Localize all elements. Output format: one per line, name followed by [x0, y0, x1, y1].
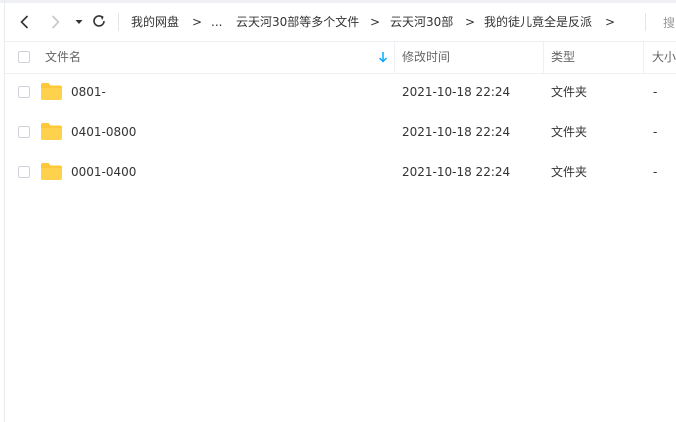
file-modified: 2021-10-18 22:24 — [402, 85, 511, 99]
file-type: 文件夹 — [551, 165, 588, 179]
folder-icon — [41, 123, 62, 140]
refresh-icon[interactable] — [91, 13, 107, 29]
search-input[interactable]: 搜 — [663, 14, 675, 31]
row-checkbox[interactable] — [18, 126, 30, 138]
select-all-checkbox[interactable] — [18, 51, 30, 63]
file-list-header: 文件名 修改时间 类型 大小 — [5, 41, 676, 74]
file-size: - — [653, 165, 658, 179]
breadcrumb-separator: > — [605, 15, 616, 29]
breadcrumb-item-ellipsis[interactable]: ... — [211, 14, 222, 30]
file-size: - — [653, 85, 658, 99]
file-type: 文件夹 — [551, 85, 588, 99]
column-divider — [394, 42, 395, 73]
file-type: 文件夹 — [551, 125, 588, 139]
column-divider — [643, 42, 644, 73]
folder-icon — [41, 163, 62, 180]
arrow-down-icon[interactable] — [377, 51, 389, 63]
breadcrumb-item-collection[interactable]: 云天河30部等多个文件 — [236, 14, 359, 30]
folder-icon — [41, 83, 62, 100]
breadcrumb-separator: > — [465, 15, 476, 29]
file-modified: 2021-10-18 22:24 — [402, 165, 511, 179]
file-modified: 2021-10-18 22:24 — [402, 125, 511, 139]
back-arrow-icon[interactable] — [17, 14, 33, 30]
row-checkbox[interactable] — [18, 166, 30, 178]
table-row[interactable]: 0801- 2021-10-18 22:24 文件夹 - — [5, 72, 676, 112]
navigation-toolbar: 我的网盘 > ... 云天河30部等多个文件 > 云天河30部 > 我的徒儿竟全… — [5, 3, 676, 41]
breadcrumb-item-folder[interactable]: 云天河30部 — [390, 14, 453, 30]
column-header-modified[interactable]: 修改时间 — [402, 42, 450, 73]
column-header-size[interactable]: 大小 — [652, 42, 676, 73]
breadcrumb-item-root[interactable]: 我的网盘 — [131, 14, 179, 30]
table-row[interactable]: 0001-0400 2021-10-18 22:24 文件夹 - — [5, 152, 676, 192]
breadcrumb-item-current[interactable]: 我的徒儿竟全是反派 — [484, 14, 592, 30]
file-name[interactable]: 0801- — [71, 72, 106, 112]
column-divider — [543, 42, 544, 73]
toolbar-divider — [118, 13, 119, 31]
file-name[interactable]: 0401-0800 — [71, 112, 136, 152]
breadcrumb-separator: > — [192, 15, 203, 29]
history-dropdown-icon[interactable] — [75, 16, 83, 28]
column-header-name[interactable]: 文件名 — [45, 42, 81, 73]
row-checkbox[interactable] — [18, 86, 30, 98]
table-row[interactable]: 0401-0800 2021-10-18 22:24 文件夹 - — [5, 112, 676, 152]
forward-arrow-icon[interactable] — [47, 14, 63, 30]
column-header-type[interactable]: 类型 — [551, 42, 575, 73]
breadcrumb-separator: > — [370, 15, 381, 29]
toolbar-divider — [645, 13, 646, 31]
file-name[interactable]: 0001-0400 — [71, 152, 136, 192]
file-size: - — [653, 125, 658, 139]
